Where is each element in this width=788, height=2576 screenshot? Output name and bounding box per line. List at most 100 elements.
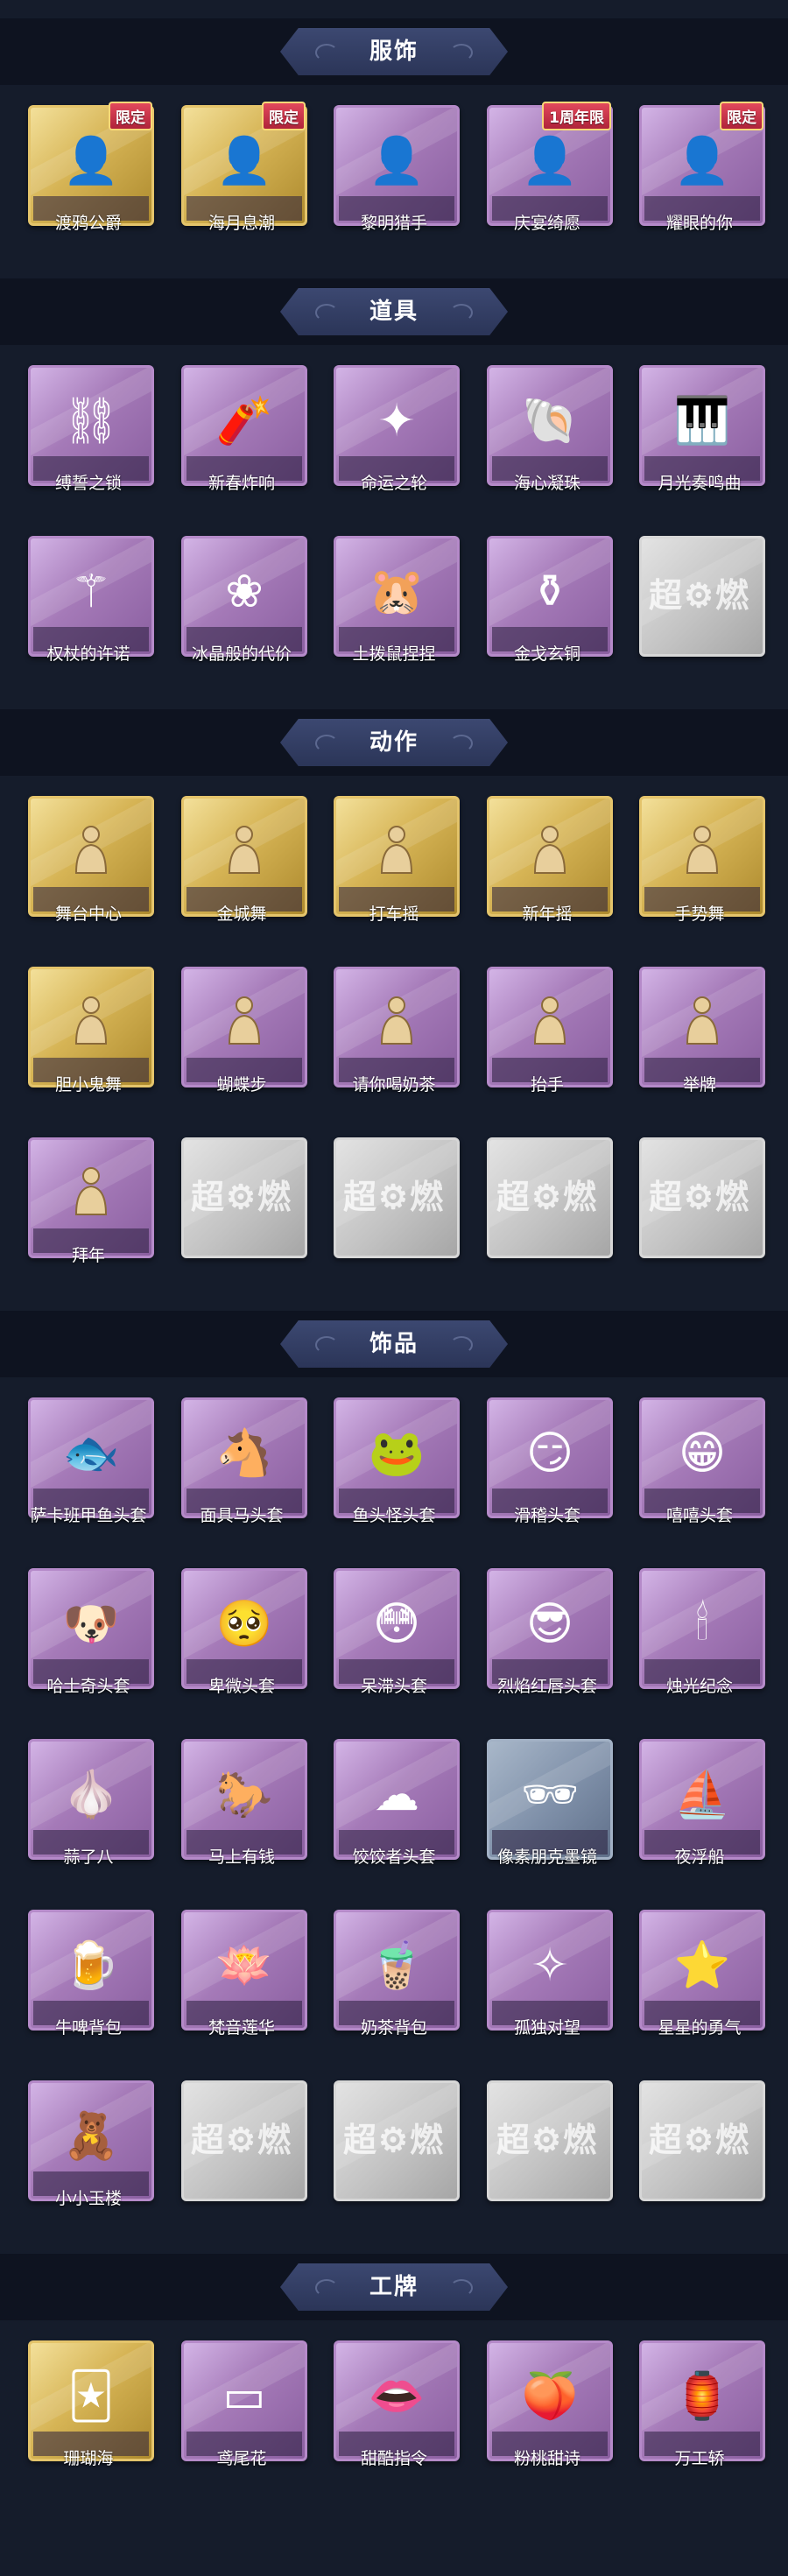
reward-item[interactable]: 🐚 海心凝珠 [487, 365, 613, 498]
reward-item[interactable]: 新年摇 [487, 796, 613, 929]
item-name: 烛光纪念 [665, 1677, 733, 1696]
reward-item[interactable]: 超⚙燃 [639, 1137, 765, 1270]
reward-item[interactable]: ⭐ 星星的勇气 [639, 1910, 765, 2043]
reward-item[interactable]: ▭ 鸢尾花 [181, 2340, 307, 2474]
limited-badge: 限定 [720, 102, 763, 130]
gesture-figure-icon [686, 996, 719, 1045]
item-card: ⛵ [639, 1739, 765, 1860]
item-card: 😏 [487, 1397, 613, 1518]
reward-item[interactable]: 😏 滑稽头套 [487, 1397, 613, 1531]
reward-item[interactable]: ✦ 命运之轮 [334, 365, 460, 498]
reward-item[interactable]: 🍺 牛啤背包 [28, 1910, 154, 2043]
reward-item[interactable]: 🕶 像素朋克墨镜 [487, 1739, 613, 1872]
reward-item[interactable]: 超⚙燃 [181, 1137, 307, 1270]
item-card: 🐹 [334, 536, 460, 657]
item-card: 🧋 [334, 1910, 460, 2031]
item-name: 面具马头套 [200, 1506, 284, 1525]
reward-item[interactable]: 👤 渡鸦公爵 限定 [28, 102, 154, 238]
reward-item[interactable]: 超⚙燃 [487, 2080, 613, 2214]
reward-item[interactable]: 🧸 小小玉楼 [28, 2080, 154, 2214]
wheel-icon: ✦ [377, 394, 416, 447]
reward-item[interactable]: 🐶 哈士奇头套 [28, 1568, 154, 1701]
item-name: 海月息潮 [208, 214, 275, 233]
item-card [334, 967, 460, 1087]
locked-watermark-logo: 超⚙燃 [190, 2120, 293, 2159]
item-card [181, 796, 307, 917]
reward-item[interactable]: 超⚙燃 [181, 2080, 307, 2214]
reward-item[interactable]: 🐎 马上有钱 [181, 1739, 307, 1872]
item-name: 万工轿 [674, 2449, 725, 2468]
gesture-figure-icon [74, 826, 108, 875]
reward-item[interactable]: ⚱ 金戈玄铜 [487, 536, 613, 669]
reward-item[interactable]: 🐸 鱼头怪头套 [334, 1397, 460, 1531]
reward-item[interactable]: 🍑 粉桃甜诗 [487, 2340, 613, 2474]
reward-item[interactable]: 🧄 蒜了八 [28, 1739, 154, 1872]
reward-item[interactable]: 超⚙燃 [334, 2080, 460, 2214]
reward-item[interactable]: 🏮 万工轿 [639, 2340, 765, 2474]
item-name: 举牌 [682, 1075, 716, 1094]
reward-item[interactable]: 舞台中心 [28, 796, 154, 929]
reward-item[interactable]: 胆小鬼舞 [28, 967, 154, 1100]
item-name: 烈焰红唇头套 [496, 1677, 597, 1696]
reward-item[interactable]: ☁ 饺饺者头套 [334, 1739, 460, 1872]
reward-item[interactable]: 🕯 烛光纪念 [639, 1568, 765, 1701]
item-name: 牛啤背包 [54, 2018, 122, 2038]
reward-item[interactable]: 手势舞 [639, 796, 765, 929]
item-card: 🧄 [28, 1739, 154, 1860]
reward-item[interactable]: 拜年 [28, 1137, 154, 1270]
reward-item[interactable]: 🪷 梵音莲华 [181, 1910, 307, 2043]
reward-item[interactable]: 超⚙燃 [639, 2080, 765, 2214]
reward-item[interactable]: 🎹 月光奏鸣曲 [639, 365, 765, 498]
badge-card-icon: ▭ [222, 2369, 266, 2423]
item-card: 🧸 [28, 2080, 154, 2201]
gesture-figure-icon [228, 826, 261, 875]
reward-item[interactable]: ⛵ 夜浮船 [639, 1739, 765, 1872]
item-card [487, 967, 613, 1087]
dumpling-icon: ☁ [374, 1768, 419, 1821]
reward-item[interactable]: 👤 耀眼的你 限定 [639, 102, 765, 238]
item-card: 🐎 [181, 1739, 307, 1860]
reward-item[interactable]: 蝴蝶步 [181, 967, 307, 1100]
limited-badge: 1周年限 [542, 102, 611, 130]
reward-item[interactable]: 🐴 面具马头套 [181, 1397, 307, 1531]
reward-item[interactable]: ⛓ 缚誓之锁 [28, 365, 154, 498]
reward-item[interactable]: 金城舞 [181, 796, 307, 929]
reward-item[interactable]: 🐹 土拨鼠捏捏 [334, 536, 460, 669]
reward-item[interactable]: 🐟 萨卡班甲鱼头套 [28, 1397, 154, 1531]
reward-item[interactable]: 抬手 [487, 967, 613, 1100]
item-name: 拜年 [71, 1246, 105, 1265]
item-name: 金城舞 [216, 904, 267, 924]
reward-item[interactable]: 🃏 珊瑚海 [28, 2340, 154, 2474]
item-name: 打车摇 [369, 904, 419, 924]
reward-item[interactable]: 打车摇 [334, 796, 460, 929]
reward-item[interactable]: 请你喝奶茶 [334, 967, 460, 1100]
item-name: 萨卡班甲鱼头套 [30, 1506, 147, 1525]
reward-item[interactable]: ❀ 冰晶般的代价 [181, 536, 307, 669]
portrait-icon: 👤 [62, 134, 120, 187]
reward-item[interactable]: 👤 黎明猎手 [334, 105, 460, 238]
section-title: 服饰 [369, 39, 419, 65]
reward-item[interactable]: 👤 海月息潮 限定 [181, 102, 307, 238]
reward-item[interactable]: 超⚙燃 [639, 536, 765, 669]
locked-watermark-logo: 超⚙燃 [342, 2120, 446, 2159]
reward-item[interactable]: ⚚ 权杖的许诺 [28, 536, 154, 669]
item-card: 👄 [334, 2340, 460, 2461]
reward-item[interactable]: 举牌 [639, 967, 765, 1100]
reward-item[interactable]: 超⚙燃 [487, 1137, 613, 1270]
item-card: 🍺 [28, 1910, 154, 2031]
reward-item[interactable]: 😁 嘻嘻头套 [639, 1397, 765, 1531]
item-name: 滑稽头套 [513, 1506, 580, 1525]
reward-item[interactable]: 🥺 卑微头套 [181, 1568, 307, 1701]
section-title: 工牌 [369, 2274, 419, 2300]
reward-item[interactable]: 😎 烈焰红唇头套 [487, 1568, 613, 1701]
item-card [639, 796, 765, 917]
reward-item[interactable]: 🧋 奶茶背包 [334, 1910, 460, 2043]
reward-item[interactable]: 👄 甜酷指令 [334, 2340, 460, 2474]
reward-item[interactable]: 超⚙燃 [334, 1137, 460, 1270]
reward-item[interactable]: 👤 庆宴绮愿 1周年限 [487, 102, 613, 238]
reward-item[interactable]: ✧ 孤独对望 [487, 1910, 613, 2043]
reward-item[interactable]: 🧨 新春炸响 [181, 365, 307, 498]
item-name: 缚誓之锁 [54, 474, 122, 493]
reward-item[interactable]: 😳 呆滞头套 [334, 1568, 460, 1701]
pearl-icon: 🐚 [521, 394, 579, 447]
